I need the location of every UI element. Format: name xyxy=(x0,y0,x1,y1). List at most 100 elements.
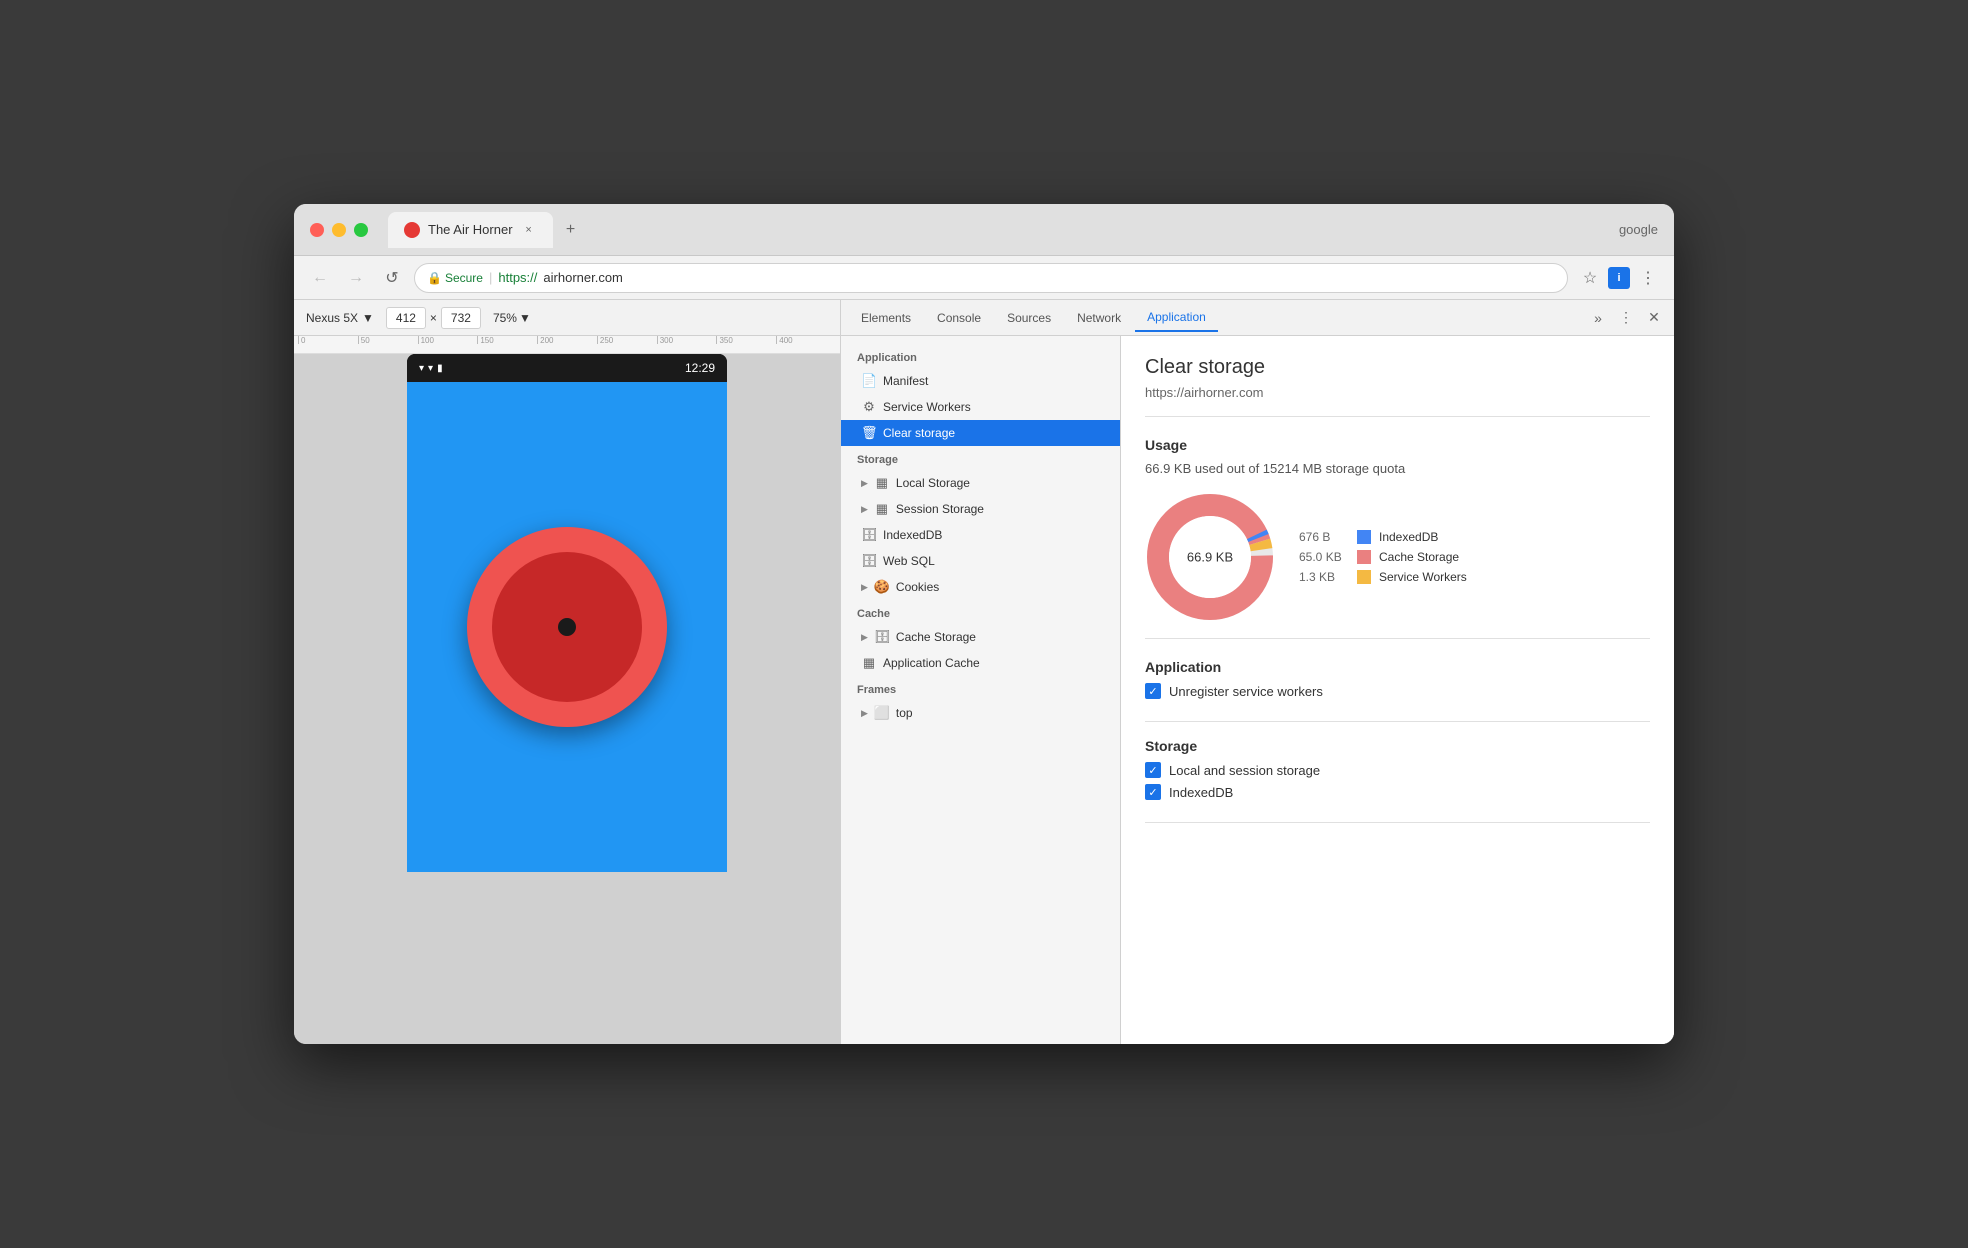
legend-item-cache-storage: 65.0 KB Cache Storage xyxy=(1299,550,1467,564)
devtools-menu-button[interactable]: ⋮ xyxy=(1614,306,1638,330)
active-tab[interactable]: The Air Horner × xyxy=(388,212,553,248)
cache-section-label: Cache xyxy=(841,600,1120,624)
legend-color-service-workers xyxy=(1357,570,1371,584)
checkbox-service-workers[interactable]: ✓ Unregister service workers xyxy=(1145,683,1650,699)
title-bar: The Air Horner × + google xyxy=(294,204,1674,256)
cache-storage-label: Cache Storage xyxy=(896,630,976,644)
sidebar-item-indexeddb[interactable]: 🗄 IndexedDB xyxy=(841,522,1120,548)
devtools-tabs: Elements Console Sources Network Applica… xyxy=(841,300,1674,336)
new-tab-button[interactable]: + xyxy=(557,216,585,244)
sidebar-item-cookies[interactable]: ▶ 🍪 Cookies xyxy=(841,574,1120,600)
sidebar-item-session-storage[interactable]: ▶ ▦ Session Storage xyxy=(841,496,1120,522)
phone-frame: ▾ ▾ ▮ 12:29 xyxy=(407,354,727,872)
more-button[interactable]: ⋮ xyxy=(1634,264,1662,292)
sidebar-item-clear-storage[interactable]: 🗑 Clear storage xyxy=(841,420,1120,446)
zoom-dropdown-icon: ▼ xyxy=(519,311,531,325)
local-storage-expand-icon: ▶ xyxy=(861,478,868,489)
checkbox-indexeddb[interactable]: ✓ IndexedDB xyxy=(1145,784,1650,800)
devtools-emulation-toolbar: Nexus 5X ▼ 412 × 732 75% ▼ xyxy=(294,300,840,336)
dimension-separator: × xyxy=(430,311,437,325)
storage-checkboxes-section: Storage ✓ Local and session storage ✓ In… xyxy=(1145,738,1650,823)
vinyl-center xyxy=(558,618,576,636)
maximize-button[interactable] xyxy=(354,223,368,237)
ruler-marks: 0 50 100 150 200 250 300 350 400 xyxy=(294,336,840,344)
checkbox-service-workers-check: ✓ xyxy=(1145,683,1161,699)
storage-section-label: Storage xyxy=(841,446,1120,470)
phone-screen xyxy=(407,382,727,872)
zoom-selector[interactable]: 75% ▼ xyxy=(493,311,531,325)
extension-icon[interactable]: i xyxy=(1608,267,1630,289)
minimize-button[interactable] xyxy=(332,223,346,237)
session-storage-icon: ▦ xyxy=(874,501,890,517)
close-button[interactable] xyxy=(310,223,324,237)
application-cache-label: Application Cache xyxy=(883,656,980,670)
refresh-button[interactable]: ↺ xyxy=(378,264,406,292)
secure-label: Secure xyxy=(445,271,483,285)
clear-storage-icon: 🗑 xyxy=(861,425,877,441)
device-selector[interactable]: Nexus 5X ▼ xyxy=(306,311,374,325)
checkbox-indexeddb-label: IndexedDB xyxy=(1169,785,1233,800)
session-storage-label: Session Storage xyxy=(896,502,984,516)
signal-icon: ▾ xyxy=(428,363,433,374)
more-tabs-button[interactable]: » xyxy=(1586,306,1610,330)
viewport: Nexus 5X ▼ 412 × 732 75% ▼ 0 50 10 xyxy=(294,300,840,1044)
top-frame-icon: ⬜ xyxy=(874,705,890,721)
sidebar-item-web-sql[interactable]: 🗄 Web SQL xyxy=(841,548,1120,574)
clear-storage-label: Clear storage xyxy=(883,426,955,440)
traffic-lights xyxy=(310,223,368,237)
local-storage-icon: ▦ xyxy=(874,475,890,491)
tab-application[interactable]: Application xyxy=(1135,304,1218,332)
tab-elements[interactable]: Elements xyxy=(849,305,923,331)
devtools-panel: Elements Console Sources Network Applica… xyxy=(840,300,1674,1044)
forward-button[interactable]: → xyxy=(342,264,370,292)
donut-center-label: 66.9 KB xyxy=(1187,550,1233,565)
checkbox-local-session[interactable]: ✓ Local and session storage xyxy=(1145,762,1650,778)
width-input[interactable]: 412 xyxy=(386,307,426,329)
url-actions: ☆ i ⋮ xyxy=(1576,264,1662,292)
height-input[interactable]: 732 xyxy=(441,307,481,329)
service-workers-label: Service Workers xyxy=(883,400,971,414)
tab-close-button[interactable]: × xyxy=(521,222,537,238)
tab-sources[interactable]: Sources xyxy=(995,305,1063,331)
manifest-label: Manifest xyxy=(883,374,928,388)
indexeddb-label: IndexedDB xyxy=(883,528,942,542)
checkbox-local-session-label: Local and session storage xyxy=(1169,763,1320,778)
service-workers-icon: ⚙ xyxy=(861,399,877,415)
application-section-title: Application xyxy=(1145,659,1650,675)
sidebar-item-cache-storage[interactable]: ▶ 🗄 Cache Storage xyxy=(841,624,1120,650)
legend-label-cache-storage: Cache Storage xyxy=(1379,550,1459,564)
cookies-label: Cookies xyxy=(896,580,939,594)
bookmark-button[interactable]: ☆ xyxy=(1576,264,1604,292)
phone-time: 12:29 xyxy=(685,361,715,375)
url-domain: airhorner.com xyxy=(543,270,622,285)
sidebar-item-application-cache[interactable]: ▦ Application Cache xyxy=(841,650,1120,676)
tab-console[interactable]: Console xyxy=(925,305,993,331)
sidebar-item-manifest[interactable]: 📄 Manifest xyxy=(841,368,1120,394)
panel-url: https://airhorner.com xyxy=(1145,385,1650,417)
ruler-mark: 350 xyxy=(716,336,776,344)
url-bar[interactable]: 🔒 Secure | https://airhorner.com xyxy=(414,263,1568,293)
tab-network[interactable]: Network xyxy=(1065,305,1133,331)
cookies-icon: 🍪 xyxy=(874,579,890,595)
sidebar-item-top[interactable]: ▶ ⬜ top xyxy=(841,700,1120,726)
devtools-close-button[interactable]: ✕ xyxy=(1642,306,1666,330)
legend-value-cache-storage: 65.0 KB xyxy=(1299,550,1349,564)
tab-favicon xyxy=(404,222,420,238)
back-button[interactable]: ← xyxy=(306,264,334,292)
indexeddb-icon: 🗄 xyxy=(861,527,877,543)
sidebar-item-local-storage[interactable]: ▶ ▦ Local Storage xyxy=(841,470,1120,496)
ruler-mark: 200 xyxy=(537,336,597,344)
usage-section-title: Usage xyxy=(1145,437,1650,453)
sidebar-item-service-workers[interactable]: ⚙ Service Workers xyxy=(841,394,1120,420)
legend-item-indexeddb: 676 B IndexedDB xyxy=(1299,530,1467,544)
google-text: google xyxy=(1619,222,1658,237)
web-sql-icon: 🗄 xyxy=(861,553,877,569)
legend-label-indexeddb: IndexedDB xyxy=(1379,530,1438,544)
manifest-icon: 📄 xyxy=(861,373,877,389)
ruler-mark: 250 xyxy=(597,336,657,344)
secure-badge: 🔒 Secure xyxy=(427,271,483,285)
horizontal-ruler: 0 50 100 150 200 250 300 350 400 xyxy=(294,336,840,354)
devtools-body: Application 📄 Manifest ⚙ Service Workers… xyxy=(841,336,1674,1044)
cookies-expand-icon: ▶ xyxy=(861,582,868,593)
ruler-mark: 150 xyxy=(477,336,537,344)
